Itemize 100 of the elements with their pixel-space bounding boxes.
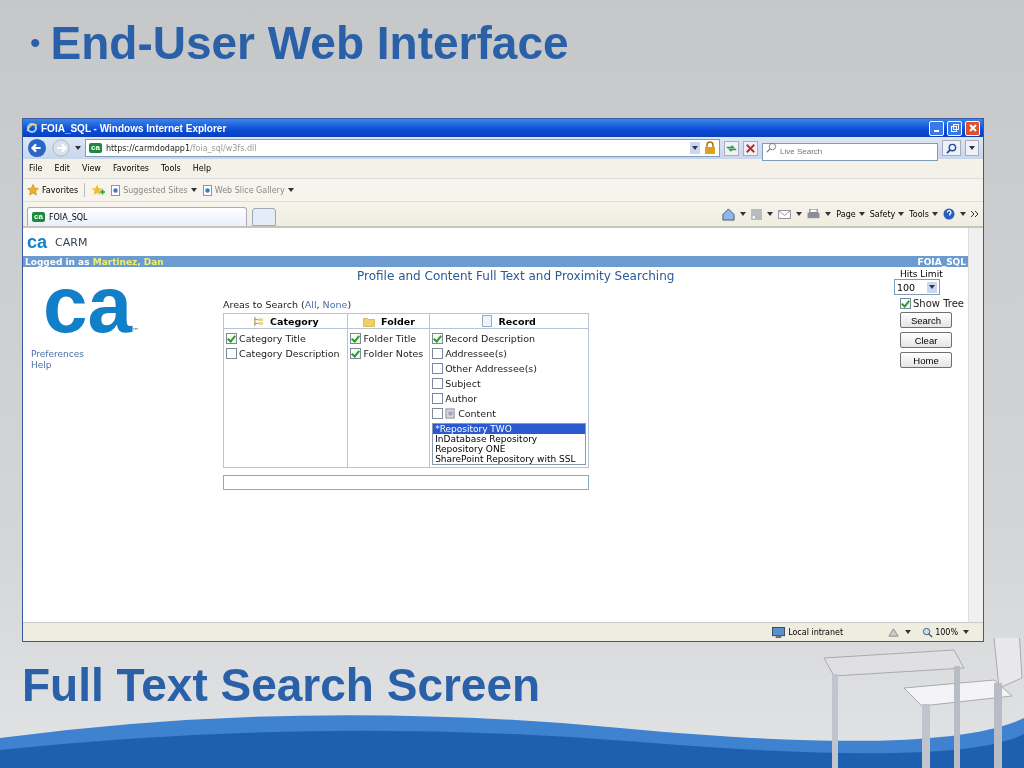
hits-limit-label: Hits Limit	[900, 269, 944, 279]
menu-item[interactable]: Help	[192, 164, 211, 173]
command-menu[interactable]: Page	[836, 209, 865, 219]
document-icon	[482, 315, 493, 328]
caret-icon	[929, 285, 935, 289]
search-icon	[946, 142, 957, 154]
query-field[interactable]	[223, 475, 589, 490]
zoom-control[interactable]: 100%	[922, 626, 958, 638]
checkbox[interactable]	[350, 333, 362, 344]
site-logo-icon: ca	[32, 212, 45, 222]
caret-icon[interactable]	[963, 630, 969, 634]
select-link[interactable]: None	[322, 299, 348, 310]
checkbox[interactable]	[432, 408, 444, 419]
caret-icon	[932, 212, 938, 216]
checkbox[interactable]	[432, 333, 444, 344]
tree-icon	[252, 316, 264, 327]
caret-icon	[969, 146, 975, 150]
column-header: Category	[223, 313, 348, 329]
brand-logo-icon: ca	[27, 232, 48, 252]
menu-item[interactable]: Edit	[54, 164, 70, 173]
form-button[interactable]: Clear	[900, 332, 952, 348]
app-name: CARM	[55, 235, 88, 249]
caret-icon	[898, 212, 905, 216]
menu-item[interactable]: View	[81, 164, 101, 173]
form-button[interactable]: Home	[900, 352, 952, 368]
browser-logo-icon	[26, 122, 38, 134]
checkbox[interactable]	[432, 363, 444, 374]
restore-button[interactable]	[947, 120, 962, 136]
checkbox-label: Content	[458, 408, 496, 419]
search-icon	[766, 142, 777, 153]
new-tab-button[interactable]	[252, 208, 276, 226]
minimize-button[interactable]	[929, 120, 944, 136]
repository-option[interactable]: InDatabase Repository	[433, 434, 585, 444]
stop-icon[interactable]	[743, 140, 758, 156]
close-button[interactable]	[965, 120, 980, 136]
caret-icon[interactable]	[905, 630, 912, 634]
caret-icon[interactable]	[740, 212, 747, 216]
login-text: Logged in as Martinez, Dan	[25, 256, 164, 267]
column-header: Record	[429, 313, 589, 329]
restore-icon	[949, 123, 960, 133]
caret-icon[interactable]	[796, 212, 803, 216]
checkbox-label: Show Tree	[913, 298, 964, 309]
repository-option[interactable]: *Repository TWO	[433, 424, 585, 434]
checkbox-label: Subject	[445, 378, 481, 389]
search-options-button[interactable]	[965, 140, 979, 156]
monitor-icon	[772, 626, 786, 638]
add-favorite-icon[interactable]	[91, 184, 106, 196]
checkbox-label: Record Description	[445, 333, 536, 344]
caret-icon	[190, 188, 197, 192]
window-title: FOIA_SQL - Windows Internet Explorer	[41, 122, 227, 134]
form-button[interactable]: Search	[900, 312, 952, 328]
menu-item[interactable]: Tools	[161, 164, 181, 173]
bullet: •	[30, 26, 41, 60]
search-field[interactable]: Live Search	[762, 142, 938, 161]
caret-icon	[287, 188, 294, 192]
sidebar-link[interactable]: Preferences	[31, 349, 84, 360]
lock-icon	[704, 141, 716, 155]
caret-icon	[692, 146, 698, 150]
slide-title: End-User Web Interface	[50, 17, 569, 69]
address-field[interactable]: ca https://carmdodapp1/foia_sql/w3fs.dll	[85, 139, 720, 157]
checkbox[interactable]	[226, 333, 237, 344]
scroll-bar[interactable]	[968, 228, 983, 622]
column-header: Folder	[347, 313, 430, 329]
repository-option[interactable]: Repository ONE	[433, 444, 585, 454]
refresh-icon[interactable]	[724, 140, 739, 156]
repository-list[interactable]: *Repository TWO InDatabase Repository Repository ONE SharePoint Repository with SSL	[432, 423, 586, 465]
checkbox-label: Other Addressee(s)	[445, 363, 538, 374]
caret-icon	[858, 212, 865, 216]
command-menu[interactable]: Tools	[909, 209, 938, 219]
minimize-icon	[934, 130, 939, 132]
dropdown-button[interactable]	[690, 142, 700, 154]
checkbox[interactable]	[350, 348, 362, 359]
folder-icon	[362, 316, 375, 327]
command-menu[interactable]: Safety	[869, 209, 905, 219]
checkbox[interactable]	[226, 348, 237, 359]
repository-option[interactable]: SharePoint Repository with SSL	[433, 454, 585, 464]
slide-caption: Full Text Search Screen	[22, 659, 541, 711]
chevron-icon[interactable]	[971, 211, 979, 217]
database-name: FOIA_SQL	[917, 256, 966, 267]
caret-icon[interactable]	[767, 212, 774, 216]
hits-limit-select[interactable]: 100	[894, 279, 940, 295]
checkbox[interactable]	[900, 298, 911, 309]
checkbox[interactable]	[432, 393, 444, 404]
checkbox[interactable]	[432, 348, 444, 359]
caret-icon[interactable]	[75, 146, 81, 150]
checkbox-label: Category Description	[239, 348, 340, 359]
favorites-button[interactable]: Favorites	[27, 184, 79, 196]
checkbox[interactable]	[432, 378, 444, 389]
caret-icon[interactable]	[825, 212, 832, 216]
browser-tab[interactable]: ca FOIA_SQL	[27, 207, 247, 226]
menu-item[interactable]: Favorites	[112, 164, 149, 173]
sidebar-link[interactable]: Help	[31, 360, 52, 371]
page-heading: Profile and Content Full Text and Proximity Searching	[357, 268, 675, 284]
menu-item[interactable]: File	[29, 164, 43, 173]
search-button[interactable]	[942, 140, 961, 156]
help-icon[interactable]	[943, 208, 955, 220]
caret-icon[interactable]	[960, 212, 966, 216]
content-icon	[445, 408, 457, 419]
areas-label: Areas to Search (All, None)	[223, 299, 353, 310]
back-icon[interactable]	[27, 138, 47, 158]
